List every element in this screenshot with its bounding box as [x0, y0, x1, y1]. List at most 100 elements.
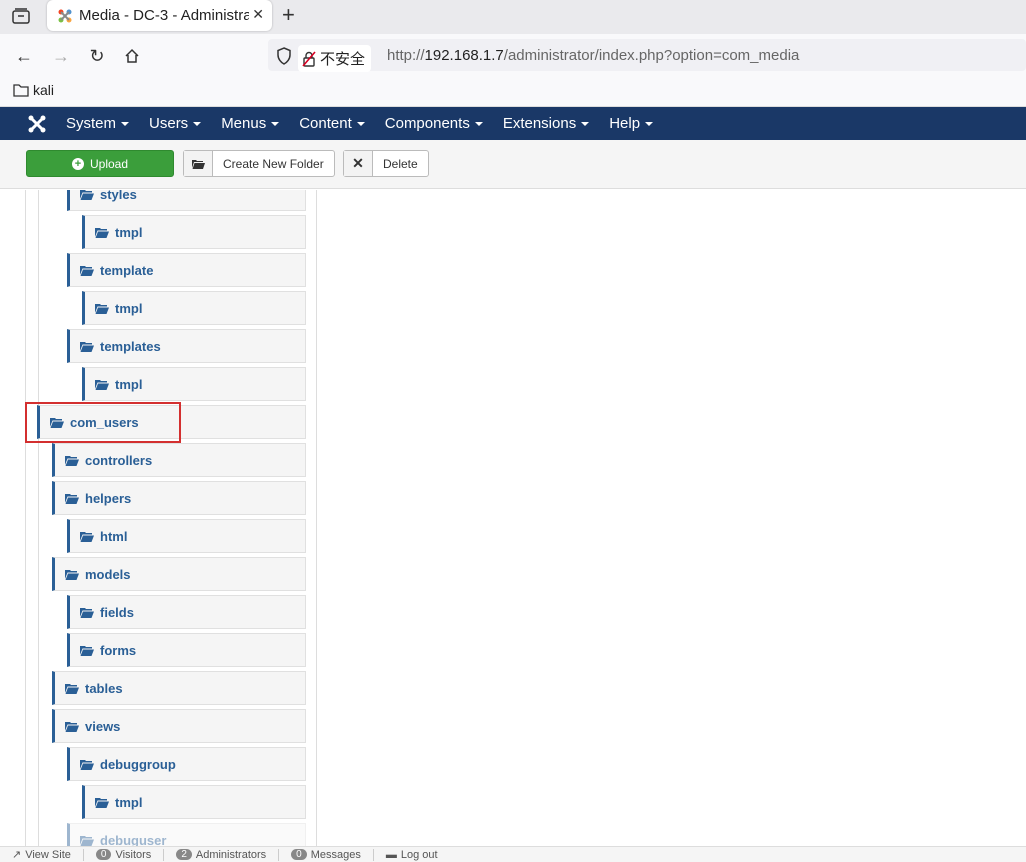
close-icon: ✕ [344, 151, 373, 176]
folder-open-icon [80, 645, 94, 656]
tree-node-forms[interactable]: forms [67, 633, 306, 667]
folder-name: debuggroup [100, 756, 176, 772]
external-link-icon: ↗ [12, 849, 22, 861]
insecure-badge[interactable]: 不安全 [298, 45, 372, 72]
menu-menus[interactable]: Menus [221, 115, 280, 132]
folder-name: tmpl [115, 376, 143, 392]
status-bar: ↗ View Site 0 Visitors 2 Administrators 0 Me… [0, 846, 1026, 862]
tree-node-views[interactable]: views [52, 709, 306, 743]
menu-content[interactable]: Content [299, 115, 365, 132]
folder-open-icon [80, 607, 94, 618]
menu-help[interactable]: Help [609, 115, 654, 132]
folder-tree: styles tmpl template tmpl templates tmpl com_u… [0, 190, 317, 846]
menu-system[interactable]: System [66, 115, 130, 132]
tree-node-tables[interactable]: tables [52, 671, 306, 705]
folder-name: styles [100, 190, 137, 202]
media-toolbar: + Upload Create New Folder ✕ Delete [0, 140, 1026, 189]
caret-down-icon [645, 122, 654, 126]
bookmark-folder-kali[interactable]: kali [13, 82, 54, 98]
caret-down-icon [356, 122, 365, 126]
tree-node-template[interactable]: template [67, 253, 306, 287]
folder-name: views [85, 718, 121, 734]
new-tab-button[interactable]: + [282, 2, 295, 28]
browser-nav-bar: ← → ↻ 不安全 http://192.168.1.7/administrat… [0, 34, 1026, 76]
view-site-link[interactable]: ↗ View Site [12, 848, 71, 862]
divider [82, 848, 84, 861]
joomla-logo-icon[interactable] [20, 107, 54, 140]
url-bar[interactable]: 不安全 http://192.168.1.7/administrator/ind… [268, 39, 1026, 72]
folder-name: forms [100, 642, 137, 658]
divider [163, 848, 165, 861]
folder-open-icon [65, 455, 79, 466]
tree-node-tmpl[interactable]: tmpl [82, 367, 306, 401]
administrators-link[interactable]: 2 Administrators [176, 849, 266, 861]
folder-name: models [85, 566, 131, 582]
tree-node-helpers[interactable]: helpers [52, 481, 306, 515]
menu-extensions[interactable]: Extensions [503, 115, 590, 132]
tree-node-tmpl[interactable]: tmpl [82, 785, 306, 819]
folder-open-icon [65, 569, 79, 580]
tree-node-tmpl[interactable]: tmpl [82, 215, 306, 249]
back-icon[interactable]: ← [12, 44, 36, 68]
caret-down-icon [193, 122, 202, 126]
folder-open-icon [95, 379, 109, 390]
caret-down-icon [121, 122, 130, 126]
folder-open-icon [80, 531, 94, 542]
insecure-label: 不安全 [320, 51, 366, 68]
reload-icon[interactable]: ↻ [85, 44, 109, 68]
tree-node-debuggroup[interactable]: debuggroup [67, 747, 306, 781]
folder-name: tmpl [115, 794, 143, 810]
menu-users[interactable]: Users [149, 115, 202, 132]
plus-circle-icon: + [71, 157, 84, 170]
upload-button[interactable]: + Upload [26, 150, 174, 177]
media-content-area [318, 190, 1026, 846]
folder-name: fields [100, 604, 134, 620]
tab-title: Media - DC-3 - Administrator [79, 7, 249, 24]
folder-name: tmpl [115, 300, 143, 316]
messages-link[interactable]: 0 Messages [291, 849, 361, 861]
divider [278, 848, 280, 861]
tree-node-html[interactable]: html [67, 519, 306, 553]
folder-name: debuguser [100, 832, 167, 847]
delete-button[interactable]: ✕ Delete [343, 150, 429, 177]
divider [372, 848, 374, 861]
tab-close-icon[interactable]: ✕ [252, 6, 264, 23]
tree-node-styles[interactable]: styles [67, 190, 306, 211]
folder-name: templates [100, 338, 161, 354]
logout-link[interactable]: ▬ Log out [386, 849, 438, 861]
browser-tab-bar: Media - DC-3 - Administrator ✕ + [0, 0, 1026, 34]
tree-node-debuguser[interactable]: debuguser [67, 823, 306, 846]
caret-down-icon [271, 122, 280, 126]
admin-menu-bar: System Users Menus Content Components Ex… [0, 107, 1026, 140]
create-folder-button[interactable]: Create New Folder [183, 150, 335, 177]
folder-name: html [100, 528, 128, 544]
caret-down-icon [474, 122, 483, 126]
folder-open-icon [80, 265, 94, 276]
folder-open-icon [184, 151, 213, 176]
folder-open-icon [80, 190, 94, 200]
visitors-link[interactable]: 0 Visitors [95, 849, 151, 861]
tree-node-tmpl[interactable]: tmpl [82, 291, 306, 325]
tracking-shield-icon[interactable] [276, 47, 292, 70]
folder-name: controllers [85, 452, 153, 468]
url-text[interactable]: http://192.168.1.7/administrator/index.p… [387, 47, 799, 64]
tree-node-fields[interactable]: fields [67, 595, 306, 629]
highlight-box [25, 402, 181, 443]
tree-node-models[interactable]: models [52, 557, 306, 591]
bookmarks-bar: kali [0, 76, 1026, 107]
insecure-lock-icon [302, 50, 316, 67]
folder-name: helpers [85, 490, 132, 506]
folder-open-icon [95, 797, 109, 808]
folder-open-icon [95, 227, 109, 238]
tab-overview-icon[interactable] [8, 5, 34, 27]
folder-name: tmpl [115, 224, 143, 240]
forward-icon[interactable]: → [49, 44, 73, 68]
menu-components[interactable]: Components [385, 115, 483, 132]
folder-open-icon [80, 341, 94, 352]
tree-guide-line [38, 190, 39, 846]
folder-open-icon [95, 303, 109, 314]
tree-node-controllers[interactable]: controllers [52, 443, 306, 477]
browser-tab[interactable]: Media - DC-3 - Administrator ✕ [47, 0, 272, 31]
home-icon[interactable] [120, 44, 144, 68]
tree-node-templates[interactable]: templates [67, 329, 306, 363]
